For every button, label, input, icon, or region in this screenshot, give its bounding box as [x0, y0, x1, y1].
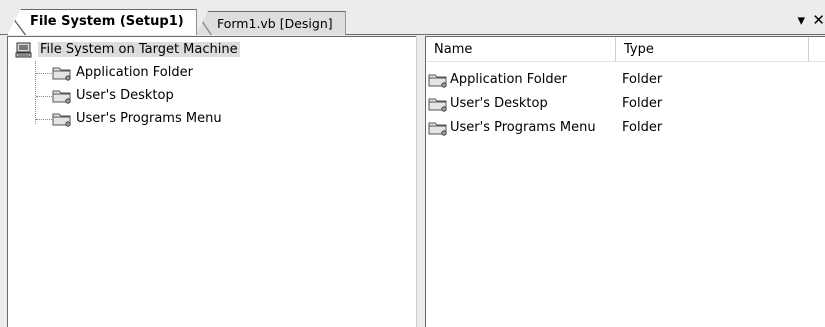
tree-connector-branch — [36, 119, 52, 120]
close-icon[interactable]: ✕ — [812, 12, 825, 28]
tree-connector-branch — [36, 73, 52, 74]
column-header-type[interactable]: Type — [616, 37, 809, 61]
tab-label: File System (Setup1) — [30, 14, 184, 29]
pane-splitter[interactable] — [416, 36, 426, 327]
tree-item-label: Application Folder — [76, 65, 193, 80]
tab-file-system-setup1[interactable]: File System (Setup1) — [7, 9, 197, 35]
tree-item-application-folder[interactable]: Application Folder — [52, 63, 193, 83]
tree-item-label: User's Desktop — [76, 88, 174, 103]
computer-icon — [15, 42, 32, 57]
list-item-name-cell: Application Folder — [428, 69, 614, 91]
list-item-name-cell: User's Programs Menu — [428, 117, 614, 139]
document-tab-strip: File System (Setup1) Form1.vb [Design] ▾… — [0, 0, 825, 35]
list-item-type: Folder — [622, 96, 663, 111]
folder-icon — [428, 122, 447, 136]
folder-icon — [52, 90, 71, 104]
file-system-tree-pane[interactable]: File System on Target Machine Applicatio… — [7, 36, 416, 327]
folder-icon — [52, 67, 71, 81]
tab-form1-design[interactable]: Form1.vb [Design] — [196, 11, 346, 35]
folder-icon — [428, 98, 447, 112]
tree-connector-line — [35, 61, 36, 124]
tree-item-users-programs-menu[interactable]: User's Programs Menu — [52, 109, 222, 129]
chevron-down-icon[interactable]: ▾ — [797, 12, 805, 28]
list-item-name: User's Desktop — [450, 96, 548, 111]
folder-icon — [52, 113, 71, 127]
column-header-name[interactable]: Name — [426, 37, 616, 61]
tree-item-label: User's Programs Menu — [76, 111, 222, 126]
folder-contents-list-pane[interactable]: Name Type Application Folder Folder User… — [426, 36, 825, 327]
tree-root-file-system[interactable]: File System on Target Machine — [14, 40, 240, 60]
list-item-name: User's Programs Menu — [450, 120, 596, 135]
tree-item-users-desktop[interactable]: User's Desktop — [52, 86, 174, 106]
list-header: Name Type — [426, 37, 825, 62]
list-item-type: Folder — [622, 72, 663, 87]
tree-root-label: File System on Target Machine — [38, 42, 240, 57]
tree-connector-branch — [36, 96, 52, 97]
tab-label: Form1.vb [Design] — [217, 16, 333, 31]
list-item-name-cell: User's Desktop — [428, 93, 614, 115]
list-item-type: Folder — [622, 120, 663, 135]
list-item-name: Application Folder — [450, 72, 567, 87]
folder-icon — [428, 74, 447, 88]
